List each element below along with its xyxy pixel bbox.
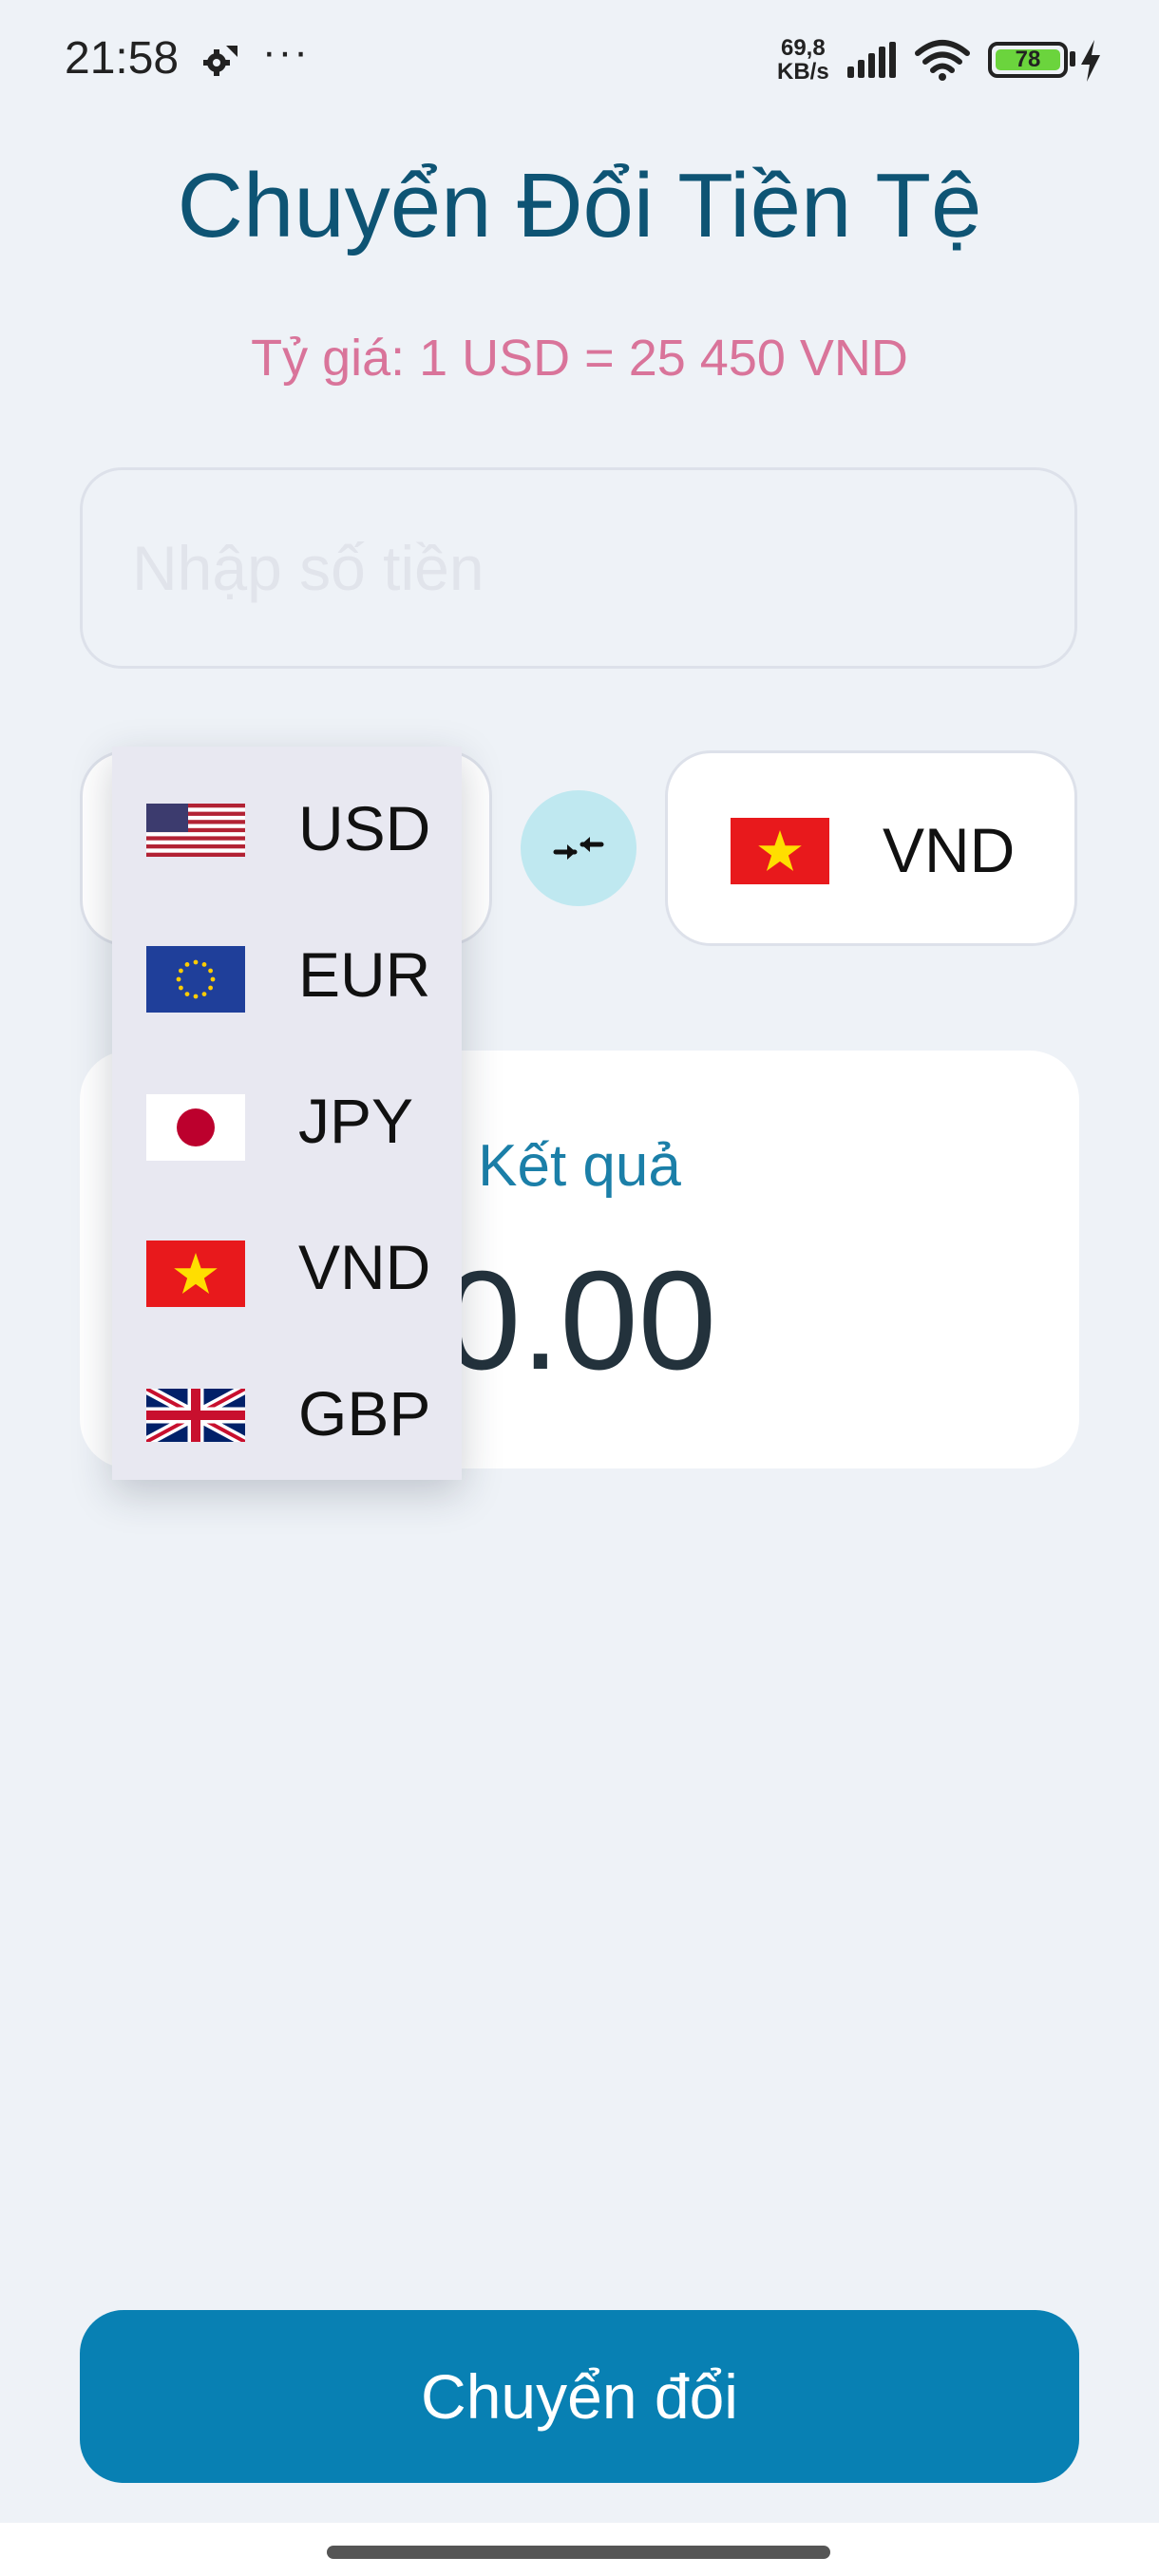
settings-notification-icon	[203, 46, 238, 76]
us-flag-icon	[146, 804, 245, 857]
dropdown-item-label: JPY	[298, 1086, 414, 1156]
convert-button[interactable]: Chuyển đổi	[80, 2310, 1079, 2483]
wifi-icon	[915, 40, 970, 81]
status-time: 21:58	[65, 33, 180, 84]
page-title: Chuyển Đổi Tiền Tệ	[177, 155, 982, 256]
dropdown-item-gbp[interactable]: GBP	[112, 1339, 462, 1486]
japan-flag-icon	[146, 1094, 245, 1161]
network-speed-unit: KB/s	[777, 59, 829, 85]
home-indicator[interactable]	[327, 2546, 830, 2559]
currency-dropdown-menu: USD EUR JPY VND GBP	[112, 747, 462, 1480]
dropdown-item-eur[interactable]: EUR	[112, 900, 462, 1047]
more-notifications-icon: ···	[262, 28, 310, 75]
network-speed-value: 69,8	[780, 35, 826, 61]
eu-flag-icon	[146, 946, 245, 1013]
battery-percent: 78	[1015, 47, 1041, 72]
battery-cap	[1070, 51, 1075, 66]
amount-input[interactable]	[80, 467, 1077, 669]
network-speed: 69,8 KB/s	[777, 36, 829, 84]
to-currency-code: VND	[883, 815, 1016, 885]
dropdown-item-label: VND	[298, 1232, 431, 1302]
vietnam-flag-icon	[731, 818, 829, 884]
charging-bolt-icon	[1081, 40, 1100, 82]
battery-icon: 78	[988, 42, 1068, 78]
dropdown-item-jpy[interactable]: JPY	[112, 1047, 462, 1193]
uk-flag-icon	[146, 1389, 245, 1442]
vietnam-flag-icon	[146, 1241, 245, 1307]
dropdown-item-label: GBP	[298, 1378, 431, 1449]
cell-signal-icon	[847, 42, 896, 78]
dropdown-item-vnd[interactable]: VND	[112, 1193, 462, 1339]
exchange-rate-text: Tỷ giá: 1 USD = 25 450 VND	[251, 330, 908, 387]
to-currency-selector[interactable]: VND	[665, 750, 1077, 946]
swap-arrows-icon	[553, 837, 604, 860]
dropdown-item-label: USD	[298, 793, 431, 863]
dropdown-item-usd[interactable]: USD	[112, 754, 462, 900]
dropdown-item-label: EUR	[298, 939, 431, 1010]
swap-currencies-button[interactable]	[521, 790, 636, 906]
